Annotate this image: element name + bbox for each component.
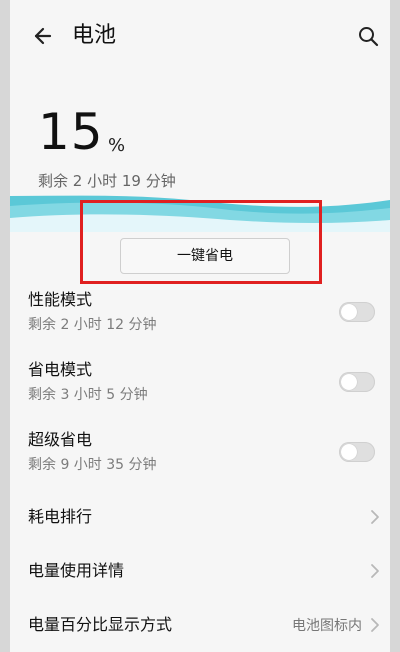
ultra-power-saving-subtitle: 剩余 9 小时 35 分钟 xyxy=(28,457,157,473)
chevron-right-icon xyxy=(370,617,380,633)
performance-mode-toggle[interactable] xyxy=(339,302,375,322)
battery-percent-value: 15 xyxy=(38,103,104,161)
battery-screen: 电池 15 % 剩余 2 小时 19 分钟 一键省电 性能模式 剩余 2 小时 … xyxy=(10,0,390,652)
toggle-knob xyxy=(341,374,357,390)
toggle-knob xyxy=(341,304,357,320)
menu-item-label: 电量使用详情 xyxy=(28,561,125,580)
arrow-left-icon[interactable] xyxy=(28,24,52,48)
battery-settings-menu: 耗电排行 电量使用详情 电量百分比显示方式 电池图标内 xyxy=(10,490,390,652)
power-saving-mode-row[interactable]: 省电模式 剩余 3 小时 5 分钟 xyxy=(10,350,390,420)
performance-mode-row[interactable]: 性能模式 剩余 2 小时 12 分钟 xyxy=(10,280,390,350)
page-title: 电池 xyxy=(72,23,117,48)
top-app-bar: 电池 xyxy=(10,0,390,70)
chevron-right-icon xyxy=(370,509,380,525)
right-bezel xyxy=(390,0,400,652)
toggle-knob xyxy=(341,444,357,460)
search-icon[interactable] xyxy=(356,24,380,48)
menu-item-label: 电量百分比显示方式 xyxy=(28,615,173,634)
battery-percentage-display-item[interactable]: 电量百分比显示方式 电池图标内 xyxy=(10,598,390,652)
left-bezel xyxy=(0,0,10,652)
battery-percentage-display-value: 电池图标内 xyxy=(292,618,362,634)
power-modes-section: 性能模式 剩余 2 小时 12 分钟 省电模式 剩余 3 小时 5 分钟 超级省… xyxy=(10,280,390,490)
power-consumption-ranking-item[interactable]: 耗电排行 xyxy=(10,490,390,544)
performance-mode-title: 性能模式 xyxy=(28,290,93,309)
ultra-power-saving-title: 超级省电 xyxy=(28,430,93,449)
performance-mode-subtitle: 剩余 2 小时 12 分钟 xyxy=(28,317,157,333)
battery-percent-symbol: % xyxy=(108,135,126,156)
battery-summary: 15 % 剩余 2 小时 19 分钟 一键省电 xyxy=(10,70,390,284)
power-saving-mode-subtitle: 剩余 3 小时 5 分钟 xyxy=(28,387,148,403)
ultra-power-saving-row[interactable]: 超级省电 剩余 9 小时 35 分钟 xyxy=(10,420,390,490)
power-saving-mode-toggle[interactable] xyxy=(339,372,375,392)
one-click-power-save-button[interactable]: 一键省电 xyxy=(120,238,290,274)
power-saving-mode-title: 省电模式 xyxy=(28,360,93,379)
battery-usage-details-item[interactable]: 电量使用详情 xyxy=(10,544,390,598)
menu-item-label: 耗电排行 xyxy=(28,507,93,526)
chevron-right-icon xyxy=(370,563,380,579)
ultra-power-saving-toggle[interactable] xyxy=(339,442,375,462)
phone-frame: 电池 15 % 剩余 2 小时 19 分钟 一键省电 性能模式 剩余 2 小时 … xyxy=(0,0,400,652)
